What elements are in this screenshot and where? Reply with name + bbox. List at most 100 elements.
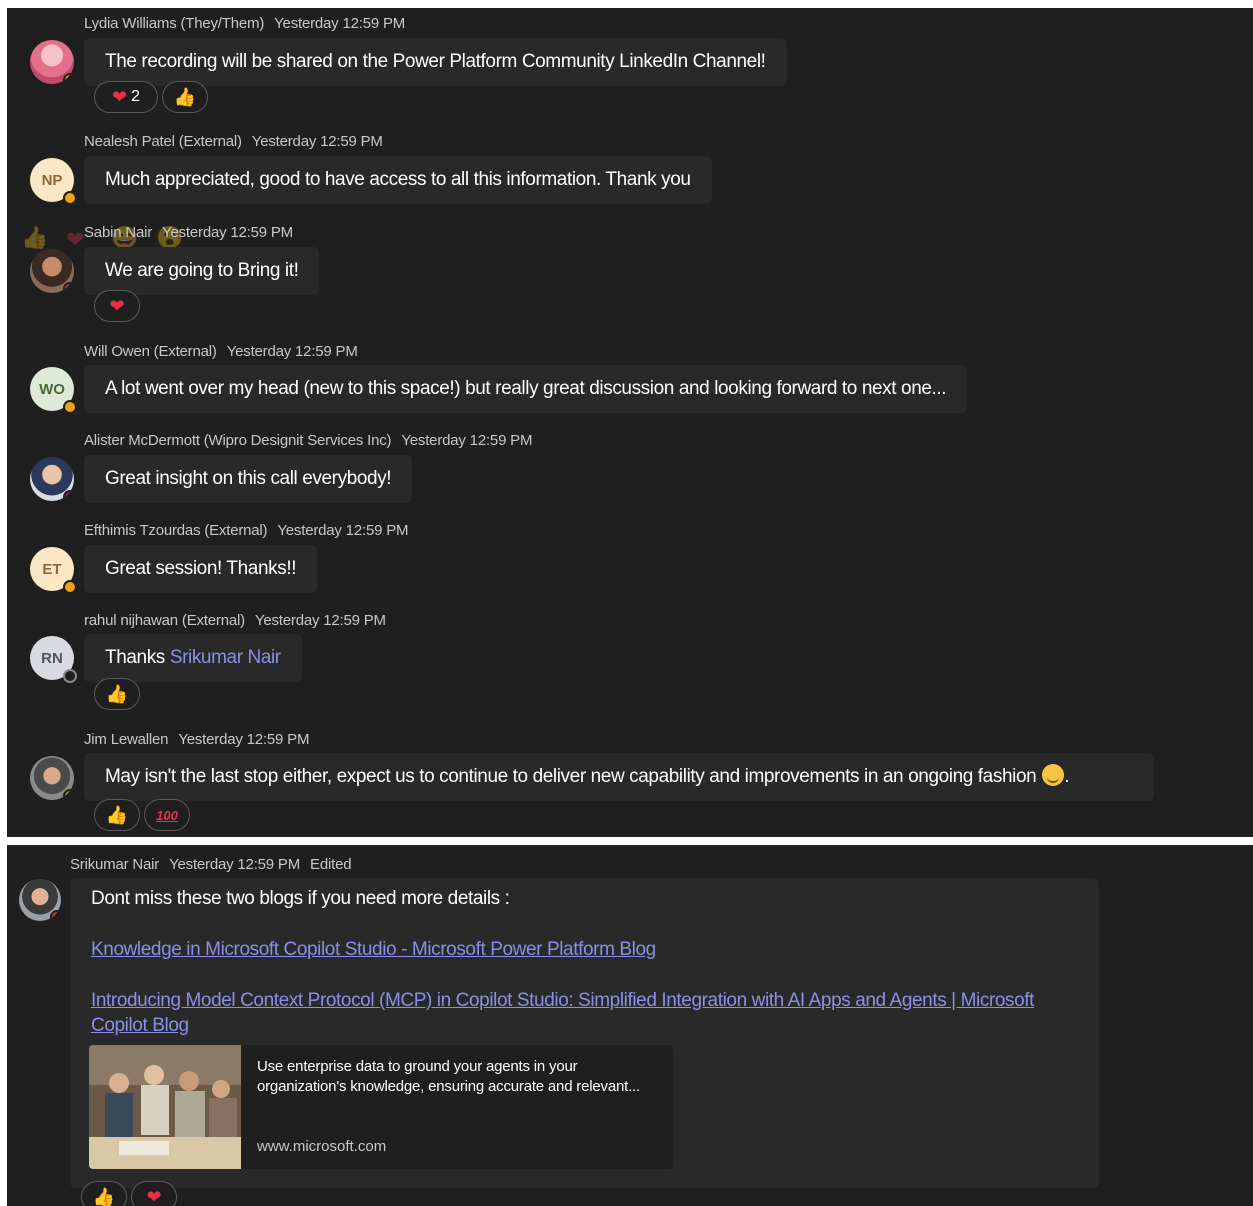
message-text: We are going to Bring it! bbox=[105, 260, 299, 281]
message-bubble[interactable]: Dont miss these two blogs if you need mo… bbox=[70, 878, 1099, 1188]
link-preview-card[interactable]: Use enterprise data to ground your agent… bbox=[89, 1045, 673, 1169]
avatar[interactable]: RN bbox=[30, 636, 77, 683]
avatar[interactable] bbox=[30, 40, 74, 84]
preview-domain: www.microsoft.com bbox=[257, 1138, 387, 1155]
thumbs-up-icon: 👍 bbox=[21, 225, 49, 250]
avatar[interactable] bbox=[19, 879, 61, 921]
preview-description: Use enterprise data to ground your agent… bbox=[257, 1058, 640, 1095]
timestamp: Yesterday 12:59 PM bbox=[226, 343, 358, 360]
presence-busy-icon bbox=[50, 910, 61, 921]
timestamp: Yesterday 12:59 PM bbox=[169, 856, 301, 873]
avatar-initials: RN bbox=[41, 649, 63, 667]
thumbs-up-icon: 👍 bbox=[105, 804, 129, 825]
presence-away-icon bbox=[63, 580, 77, 594]
presence-away-icon bbox=[63, 400, 77, 414]
message-bubble[interactable]: A lot went over my head (new to this spa… bbox=[84, 365, 968, 413]
avatar[interactable]: WO bbox=[30, 367, 77, 414]
avatar[interactable]: ET bbox=[30, 547, 77, 594]
reaction-heart[interactable]: ❤ bbox=[94, 290, 140, 322]
message-header: Alister McDermott (Wipro Designit Servic… bbox=[84, 432, 532, 449]
avatar[interactable]: NP bbox=[30, 158, 77, 205]
mention-link[interactable]: Srikumar Nair bbox=[170, 647, 281, 668]
heart-icon: ❤ bbox=[112, 86, 128, 107]
reaction-thumbs-up[interactable]: 👍 bbox=[81, 1181, 127, 1206]
message-header: rahul nijhawan (External) Yesterday 12:59… bbox=[84, 612, 386, 629]
message-text: A lot went over my head (new to this spa… bbox=[105, 378, 947, 399]
author-name[interactable]: Jim Lewallen bbox=[84, 731, 169, 748]
timestamp: Yesterday 12:59 PM bbox=[178, 731, 310, 748]
reactions-bar: 👍 100 bbox=[94, 799, 190, 831]
reactions-bar: ❤ 2 👍 bbox=[94, 81, 208, 113]
heart-icon: ❤ bbox=[109, 295, 125, 316]
author-name[interactable]: Will Owen (External) bbox=[84, 343, 217, 360]
timestamp: Yesterday 12:59 PM bbox=[251, 133, 383, 150]
timestamp: Yesterday 12:59 PM bbox=[277, 522, 409, 539]
author-name[interactable]: rahul nijhawan (External) bbox=[84, 612, 245, 629]
presence-offline-icon bbox=[63, 669, 77, 683]
presence-available-icon bbox=[63, 789, 74, 800]
message-text: Great session! Thanks!! bbox=[105, 558, 297, 579]
avatar[interactable] bbox=[30, 249, 74, 293]
message-header: Srikumar Nair Yesterday 12:59 PM Edited bbox=[70, 856, 352, 873]
reactions-bar: 👍 ❤ bbox=[81, 1181, 177, 1206]
timestamp: Yesterday 12:59 PM bbox=[254, 612, 386, 629]
message-bubble[interactable]: May isn't the last stop either, expect u… bbox=[84, 753, 1154, 801]
heart-icon: ❤ bbox=[66, 227, 85, 252]
message-bubble[interactable]: Thanks Srikumar Nair bbox=[84, 634, 302, 682]
message-header: Efthimis Tzourdas (External) Yesterday 12… bbox=[84, 522, 408, 539]
reaction-thumbs-up[interactable]: 👍 bbox=[94, 799, 140, 831]
message-text: Much appreciated, good to have access to… bbox=[105, 169, 691, 190]
message-bubble[interactable]: Great session! Thanks!! bbox=[84, 545, 318, 593]
avatar-initials: ET bbox=[42, 560, 62, 578]
reaction-heart[interactable]: ❤ bbox=[131, 1181, 177, 1206]
edited-label: Edited bbox=[310, 856, 352, 873]
message-text: The recording will be shared on the Powe… bbox=[105, 51, 766, 72]
avatar-initials: NP bbox=[41, 171, 63, 189]
reaction-heart[interactable]: ❤ 2 bbox=[94, 81, 158, 113]
message-header: Sabin Nair Yesterday 12:59 PM bbox=[84, 224, 293, 241]
message-header: Will Owen (External) Yesterday 12:59 PM bbox=[84, 343, 358, 360]
message-text: May isn't the last stop either, expect u… bbox=[105, 766, 1037, 787]
message-bubble[interactable]: Great insight on this call everybody! bbox=[84, 455, 413, 503]
blog-link-mcp-continued[interactable]: Copilot Blog bbox=[91, 1015, 189, 1037]
message-bubble[interactable]: The recording will be shared on the Powe… bbox=[84, 38, 787, 86]
message-bubble[interactable]: Much appreciated, good to have access to… bbox=[84, 156, 712, 204]
timestamp: Yesterday 12:59 PM bbox=[401, 432, 533, 449]
presence-away-icon bbox=[63, 191, 77, 205]
reaction-thumbs-up[interactable]: 👍 bbox=[162, 81, 208, 113]
message-header: Nealesh Patel (External) Yesterday 12:59 … bbox=[84, 133, 383, 150]
blog-link-knowledge[interactable]: Knowledge in Microsoft Copilot Studio - … bbox=[91, 939, 656, 961]
presence-away-icon bbox=[63, 73, 74, 84]
timestamp: Yesterday 12:59 PM bbox=[274, 15, 406, 32]
blog-link-mcp[interactable]: Introducing Model Context Protocol (MCP)… bbox=[91, 990, 1034, 1012]
message-header: Lydia Williams (They/Them) Yesterday 12:5… bbox=[84, 15, 405, 32]
preview-image bbox=[89, 1045, 241, 1169]
author-name[interactable]: Lydia Williams (They/Them) bbox=[84, 15, 264, 32]
message-text: Thanks bbox=[105, 647, 165, 668]
reaction-count: 2 bbox=[131, 88, 140, 105]
avatar[interactable] bbox=[30, 756, 74, 800]
avatar[interactable] bbox=[30, 457, 74, 501]
message-bubble[interactable]: We are going to Bring it! bbox=[84, 247, 320, 295]
presence-out-of-office-icon bbox=[63, 490, 74, 501]
reactions-bar: ❤ bbox=[94, 290, 140, 322]
author-name[interactable]: Srikumar Nair bbox=[70, 856, 159, 873]
thumbs-up-icon: 👍 bbox=[105, 683, 129, 704]
message-text: Dont miss these two blogs if you need mo… bbox=[91, 888, 510, 909]
author-name[interactable]: Alister McDermott (Wipro Designit Servic… bbox=[84, 432, 392, 449]
smiley-icon bbox=[1042, 764, 1065, 786]
reactions-bar: 👍 bbox=[94, 678, 140, 710]
pinned-message-panel: Srikumar Nair Yesterday 12:59 PM Edited Do… bbox=[7, 845, 1253, 1206]
avatar-initials: WO bbox=[39, 380, 65, 398]
presence-busy-icon bbox=[63, 282, 74, 293]
author-name[interactable]: Sabin Nair bbox=[84, 224, 152, 241]
message-text-end: . bbox=[1064, 766, 1070, 787]
thumbs-up-icon: 👍 bbox=[92, 1186, 116, 1206]
author-name[interactable]: Nealesh Patel (External) bbox=[84, 133, 242, 150]
reaction-thumbs-up[interactable]: 👍 bbox=[94, 678, 140, 710]
heart-icon: ❤ bbox=[146, 1186, 162, 1206]
reaction-hundred-points[interactable]: 100 bbox=[144, 799, 190, 831]
author-name[interactable]: Efthimis Tzourdas (External) bbox=[84, 522, 268, 539]
timestamp: Yesterday 12:59 PM bbox=[162, 224, 293, 241]
hundred-points-icon: 100 bbox=[156, 807, 178, 823]
